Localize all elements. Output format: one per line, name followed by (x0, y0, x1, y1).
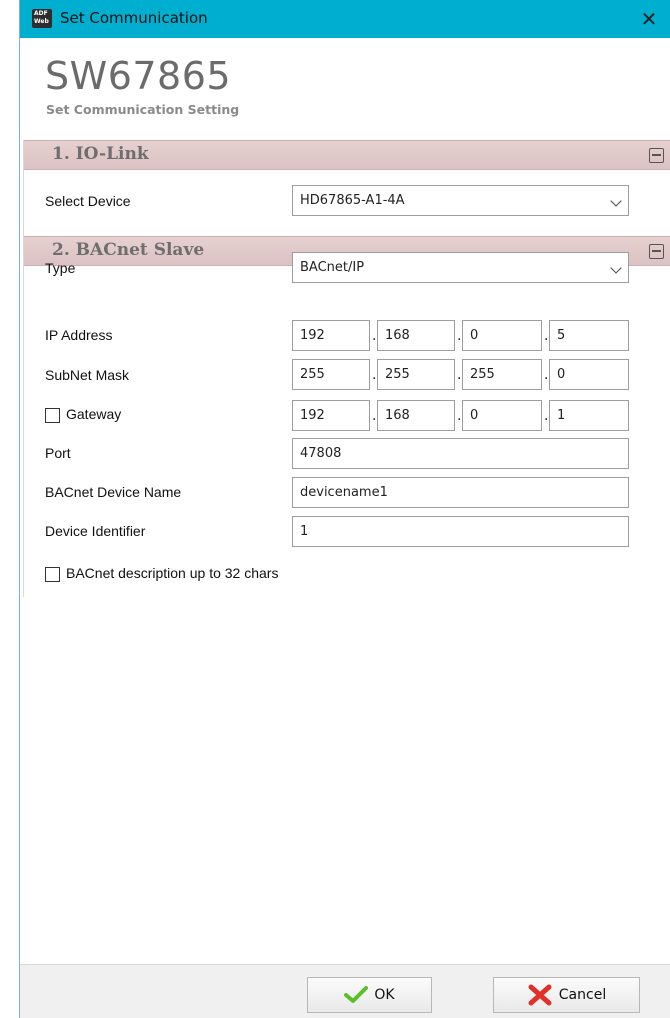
section-header-io-link[interactable]: 1. IO-Link (24, 140, 670, 170)
gateway-separator: . (372, 408, 377, 424)
gateway-separator: . (544, 408, 549, 424)
ip-octet-2-input[interactable]: 168 (377, 320, 455, 351)
select-device-dropdown[interactable]: HD67865-A1-4A (292, 185, 629, 216)
section-title-bacnet-slave: 2. BACnet Slave (52, 240, 205, 260)
cancel-button[interactable]: Cancel (493, 977, 640, 1013)
subnet-octet-4-input[interactable]: 0 (549, 359, 629, 390)
device-name-label: BACnet Device Name (45, 484, 182, 500)
chevron-down-icon (610, 195, 622, 207)
select-device-value: HD67865-A1-4A (300, 193, 405, 208)
bacnet-description-checkbox[interactable] (45, 567, 60, 582)
cancel-button-label: Cancel (558, 987, 607, 1003)
device-name-input[interactable]: devicename1 (292, 477, 629, 508)
collapse-icon[interactable] (649, 148, 664, 163)
gateway-label: Gateway (66, 406, 122, 422)
close-button[interactable]: ✕ (635, 5, 663, 33)
ip-octet-1-input[interactable]: 192 (292, 320, 370, 351)
subnet-separator: . (544, 367, 549, 383)
ip-separator: . (544, 328, 549, 344)
ok-button[interactable]: OK (307, 977, 432, 1013)
subnet-octet-2-input[interactable]: 255 (377, 359, 455, 390)
gateway-octet-4-input[interactable]: 1 (549, 400, 629, 431)
product-code: SW67865 (45, 54, 232, 98)
ok-button-label: OK (374, 987, 395, 1003)
app-icon: ADF Web (32, 9, 52, 28)
gateway-octet-3-input[interactable]: 0 (462, 400, 542, 431)
app-icon-text-top: ADF (34, 10, 48, 17)
subnet-octet-3-input[interactable]: 255 (462, 359, 542, 390)
type-value: BACnet/IP (300, 260, 365, 275)
port-input[interactable]: 47808 (292, 438, 629, 469)
collapse-icon[interactable] (649, 244, 664, 259)
page-subtitle: Set Communication Setting (46, 102, 240, 117)
select-device-label: Select Device (45, 193, 131, 209)
ip-octet-4-input[interactable]: 5 (549, 320, 629, 351)
device-identifier-label: Device Identifier (45, 523, 146, 539)
window-title: Set Communication (60, 9, 208, 27)
settings-panel: 1. IO-Link Select Device HD67865-A1-4A 2… (23, 140, 670, 597)
subnet-octet-1-input[interactable]: 255 (292, 359, 370, 390)
gateway-checkbox[interactable] (45, 408, 60, 423)
app-icon-text-bottom: Web (34, 18, 49, 25)
title-bar: ADF Web Set Communication ✕ (20, 0, 670, 38)
ip-address-label: IP Address (45, 327, 113, 343)
type-label: Type (45, 260, 76, 276)
subnet-mask-label: SubNet Mask (45, 367, 130, 383)
dialog-footer: OK Cancel (20, 964, 670, 1018)
cancel-x-icon (528, 984, 552, 1006)
subnet-separator: . (372, 367, 377, 383)
chevron-down-icon (610, 262, 622, 274)
ip-separator: . (457, 328, 462, 344)
checkmark-icon (344, 986, 369, 1003)
gateway-separator: . (457, 408, 462, 424)
ip-octet-3-input[interactable]: 0 (462, 320, 542, 351)
gateway-octet-2-input[interactable]: 168 (377, 400, 455, 431)
set-communication-window: ADF Web Set Communication ✕ SW67865 Set … (19, 0, 670, 1018)
type-dropdown[interactable]: BACnet/IP (292, 252, 629, 283)
subnet-separator: . (457, 367, 462, 383)
gateway-octet-1-input[interactable]: 192 (292, 400, 370, 431)
bacnet-description-label: BACnet description up to 32 chars (66, 565, 279, 581)
section-title-io-link: 1. IO-Link (52, 144, 149, 164)
ip-separator: . (372, 328, 377, 344)
device-identifier-input[interactable]: 1 (292, 516, 629, 547)
port-label: Port (45, 445, 71, 461)
